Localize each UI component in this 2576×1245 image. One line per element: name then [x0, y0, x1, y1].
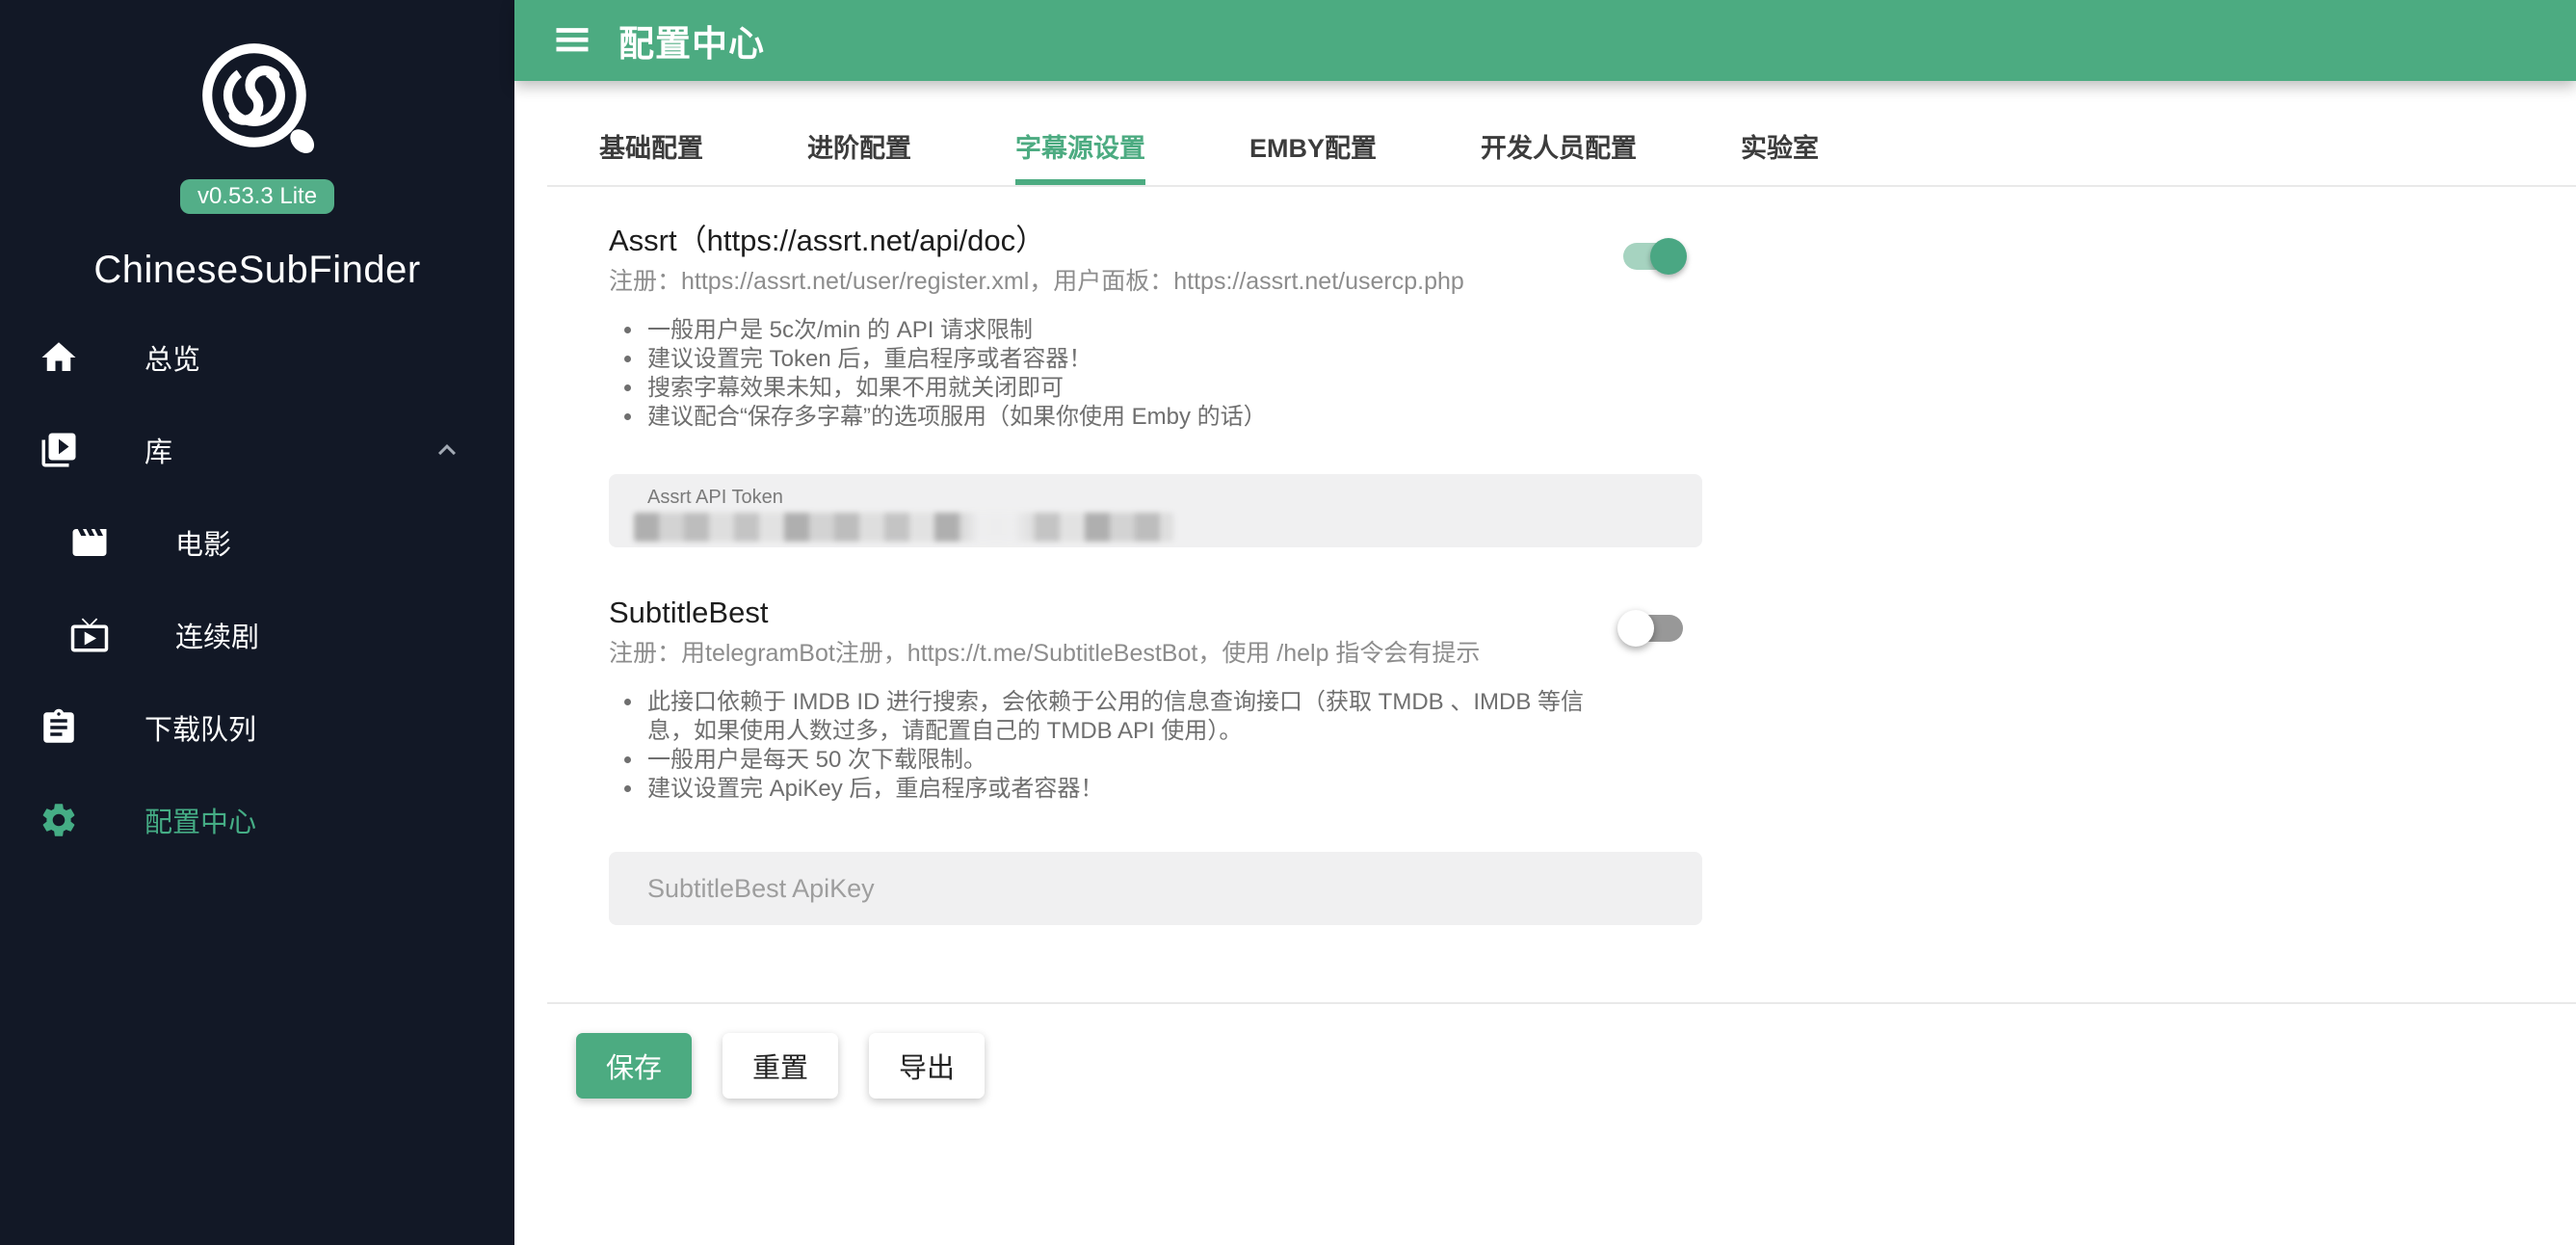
live-tv-icon: [69, 615, 110, 655]
save-button[interactable]: 保存: [576, 1033, 692, 1099]
list-item: 此接口依赖于 IMDB ID 进行搜索，会依赖于公用的信息查询接口（获取 TMD…: [624, 688, 1620, 746]
subtitlebest-subtitle: 注册：用telegramBot注册，https://t.me/SubtitleB…: [609, 640, 1481, 667]
chevron-up-icon[interactable]: [430, 433, 464, 467]
assrt-title: Assrt（https://assrt.net/api/doc）: [609, 224, 1046, 257]
sidebar-item-overview[interactable]: 总览: [0, 311, 514, 404]
list-item: 搜索字幕效果未知，如果不用就关闭即可: [624, 374, 1620, 403]
sidebar-item-label: 总览: [145, 345, 201, 376]
tab-label: 字幕源设置: [1015, 133, 1145, 163]
movie-icon: [69, 522, 110, 563]
divider: [547, 1002, 2576, 1004]
assrt-section: Assrt（https://assrt.net/api/doc） 注册：http…: [609, 222, 1702, 547]
assrt-enable-toggle[interactable]: [1619, 235, 1691, 278]
list-item: 建议设置完 Token 后，重启程序或者容器！: [624, 345, 1620, 374]
list-item: 一般用户是 5c次/min 的 API 请求限制: [624, 316, 1620, 345]
toggle-thumb: [1617, 610, 1654, 647]
version-badge: v0.53.3 Lite: [179, 179, 335, 214]
assignment-icon: [39, 707, 79, 748]
sidebar: v0.53.3 Lite ChineseSubFinder 总览 库 电影 连续…: [0, 0, 514, 1245]
sidebar-item-download-queue[interactable]: 下载队列: [0, 681, 514, 774]
tab-label: 基础配置: [599, 133, 703, 163]
tab-label: EMBY配置: [1249, 133, 1378, 163]
export-button[interactable]: 导出: [869, 1033, 985, 1099]
tab-emby-config[interactable]: EMBY配置: [1197, 81, 1429, 185]
tab-panel-subtitle-sources: Assrt（https://assrt.net/api/doc） 注册：http…: [514, 187, 2576, 1245]
toggle-thumb: [1650, 238, 1687, 275]
assrt-subtitle: 注册：https://assrt.net/user/register.xml，用…: [609, 268, 1464, 295]
app-root: v0.53.3 Lite ChineseSubFinder 总览 库 电影 连续…: [0, 0, 2576, 1245]
sidebar-nav: 总览 库 电影 连续剧 下载队列 配置中心: [0, 311, 514, 866]
list-item: 建议设置完 ApiKey 后，重启程序或者容器！: [624, 775, 1620, 804]
subtitlebest-section: SubtitleBest 注册：用telegramBot注册，https://t…: [609, 594, 1702, 925]
page-title: 配置中心: [618, 24, 765, 64]
video-library-icon: [39, 430, 79, 470]
subtitlebest-enable-toggle[interactable]: [1617, 607, 1691, 649]
action-button-row: 保存 重置 导出: [576, 1033, 2576, 1099]
tab-label: 实验室: [1741, 133, 1820, 163]
settings-gear-icon: [39, 800, 79, 840]
sidebar-item-label: 配置中心: [145, 808, 257, 838]
sidebar-item-label: 下载队列: [145, 715, 257, 746]
app-logo-icon: [194, 37, 321, 164]
list-item: 建议配合“保存多字幕”的选项服用（如果你使用 Emby 的话）: [624, 403, 1620, 432]
assrt-api-token-field[interactable]: Assrt API Token: [609, 474, 1702, 547]
assrt-notes-list: 一般用户是 5c次/min 的 API 请求限制 建议设置完 Token 后，重…: [609, 316, 1620, 432]
subtitlebest-notes-list: 此接口依赖于 IMDB ID 进行搜索，会依赖于公用的信息查询接口（获取 TMD…: [609, 688, 1620, 804]
sidebar-item-library[interactable]: 库: [0, 404, 514, 496]
tab-developer-config[interactable]: 开发人员配置: [1429, 81, 1689, 185]
appbar: 配置中心: [514, 0, 2576, 81]
tab-subtitle-sources[interactable]: 字幕源设置: [963, 81, 1197, 185]
list-item: 一般用户是每天 50 次下载限制。: [624, 746, 1620, 775]
menu-icon[interactable]: [551, 19, 593, 62]
main-area: 配置中心 基础配置 进阶配置 字幕源设置 EMBY配置 开发人员配置 实验室 A…: [514, 0, 2576, 1245]
assrt-api-token-label: Assrt API Token: [647, 487, 783, 508]
tab-advanced-config[interactable]: 进阶配置: [755, 81, 963, 185]
subtitlebest-apikey-input[interactable]: [609, 852, 1702, 925]
tab-basic-config[interactable]: 基础配置: [547, 81, 755, 185]
sidebar-item-movies[interactable]: 电影: [0, 496, 514, 589]
sidebar-item-config-center[interactable]: 配置中心: [0, 774, 514, 866]
tab-lab[interactable]: 实验室: [1689, 81, 1871, 185]
home-icon: [39, 337, 79, 378]
tab-label: 开发人员配置: [1481, 133, 1638, 163]
sidebar-item-label: 电影: [175, 530, 232, 561]
sidebar-item-label: 库: [145, 437, 173, 468]
reset-button[interactable]: 重置: [723, 1033, 838, 1099]
sidebar-item-label: 连续剧: [175, 622, 260, 653]
subtitlebest-title: SubtitleBest: [609, 596, 769, 629]
masked-token-value: [634, 513, 1173, 542]
tab-label: 进阶配置: [807, 133, 911, 163]
sidebar-item-series[interactable]: 连续剧: [0, 589, 514, 681]
app-name: ChineseSubFinder: [93, 249, 421, 291]
tab-bar: 基础配置 进阶配置 字幕源设置 EMBY配置 开发人员配置 实验室: [547, 81, 2576, 187]
